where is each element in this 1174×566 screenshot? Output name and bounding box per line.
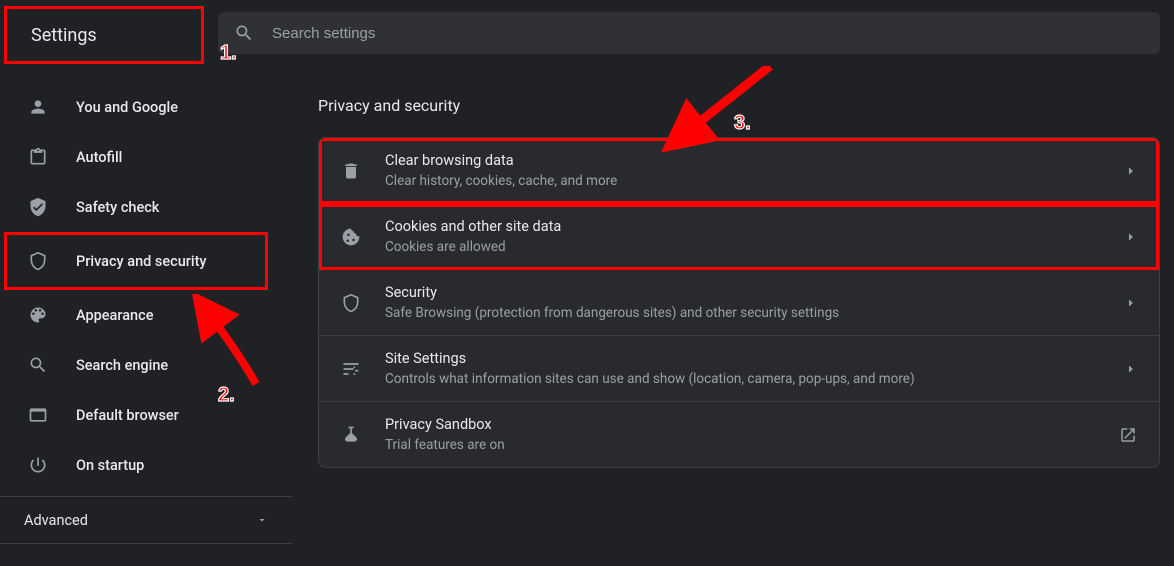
chevron-right-icon <box>1125 297 1137 309</box>
row-clear-browsing-data[interactable]: Clear browsing data Clear history, cooki… <box>319 138 1159 204</box>
search-input[interactable] <box>272 25 1144 42</box>
sidebar-advanced[interactable]: Advanced <box>0 496 292 544</box>
person-icon <box>28 97 48 117</box>
cookie-icon <box>341 227 361 247</box>
browser-icon <box>28 405 48 425</box>
sidebar-item-default-browser[interactable]: Default browser <box>0 390 292 440</box>
chevron-right-icon <box>1125 363 1137 375</box>
sidebar-item-you-and-google[interactable]: You and Google <box>0 82 292 132</box>
sidebar-item-label: Safety check <box>76 199 159 216</box>
sidebar: You and Google Autofill Safety check Pri… <box>0 66 292 566</box>
search-icon <box>28 355 48 375</box>
external-link-icon <box>1119 426 1137 444</box>
row-title: Privacy Sandbox <box>385 416 1095 433</box>
row-privacy-sandbox[interactable]: Privacy Sandbox Trial features are on <box>319 402 1159 467</box>
row-title: Cookies and other site data <box>385 218 1101 235</box>
shield-check-icon <box>28 197 48 217</box>
sidebar-item-label: Appearance <box>76 307 153 324</box>
advanced-label: Advanced <box>24 512 88 529</box>
flask-icon <box>341 425 361 445</box>
row-subtitle: Safe Browsing (protection from dangerous… <box>385 305 1101 321</box>
row-security[interactable]: Security Safe Browsing (protection from … <box>319 270 1159 336</box>
settings-title-box: Settings <box>4 6 204 64</box>
row-subtitle: Clear history, cookies, cache, and more <box>385 173 1101 189</box>
search-icon <box>234 23 254 43</box>
clipboard-icon <box>28 147 48 167</box>
chevron-right-icon <box>1125 165 1137 177</box>
row-subtitle: Cookies are allowed <box>385 239 1101 255</box>
sidebar-item-label: Autofill <box>76 149 122 166</box>
settings-card: Clear browsing data Clear history, cooki… <box>318 137 1160 468</box>
sidebar-item-label: Default browser <box>76 407 179 424</box>
shield-icon <box>341 293 361 313</box>
content-area: Privacy and security Clear browsing data… <box>292 66 1174 566</box>
row-title: Site Settings <box>385 350 1101 367</box>
shield-icon <box>28 251 48 271</box>
trash-icon <box>341 161 361 181</box>
palette-icon <box>28 305 48 325</box>
search-bar[interactable] <box>218 12 1160 54</box>
sidebar-item-search-engine[interactable]: Search engine <box>0 340 292 390</box>
sidebar-item-label: You and Google <box>76 99 178 116</box>
sidebar-item-label: On startup <box>76 457 144 474</box>
power-icon <box>28 455 48 475</box>
row-title: Security <box>385 284 1101 301</box>
section-header: Privacy and security <box>318 96 1160 115</box>
row-title: Clear browsing data <box>385 152 1101 169</box>
chevron-right-icon <box>1125 231 1137 243</box>
row-site-settings[interactable]: Site Settings Controls what information … <box>319 336 1159 402</box>
row-subtitle: Controls what information sites can use … <box>385 371 1101 387</box>
sidebar-item-label: Privacy and security <box>76 253 207 270</box>
chevron-down-icon <box>256 514 268 526</box>
sidebar-item-label: Search engine <box>76 357 168 374</box>
sidebar-item-appearance[interactable]: Appearance <box>0 290 292 340</box>
row-subtitle: Trial features are on <box>385 437 1095 453</box>
sidebar-item-on-startup[interactable]: On startup <box>0 440 292 490</box>
sliders-icon <box>341 359 361 379</box>
row-cookies[interactable]: Cookies and other site data Cookies are … <box>319 204 1159 270</box>
sidebar-item-autofill[interactable]: Autofill <box>0 132 292 182</box>
sidebar-item-privacy-and-security[interactable]: Privacy and security <box>4 232 268 290</box>
page-title: Settings <box>31 25 97 46</box>
sidebar-item-safety-check[interactable]: Safety check <box>0 182 292 232</box>
